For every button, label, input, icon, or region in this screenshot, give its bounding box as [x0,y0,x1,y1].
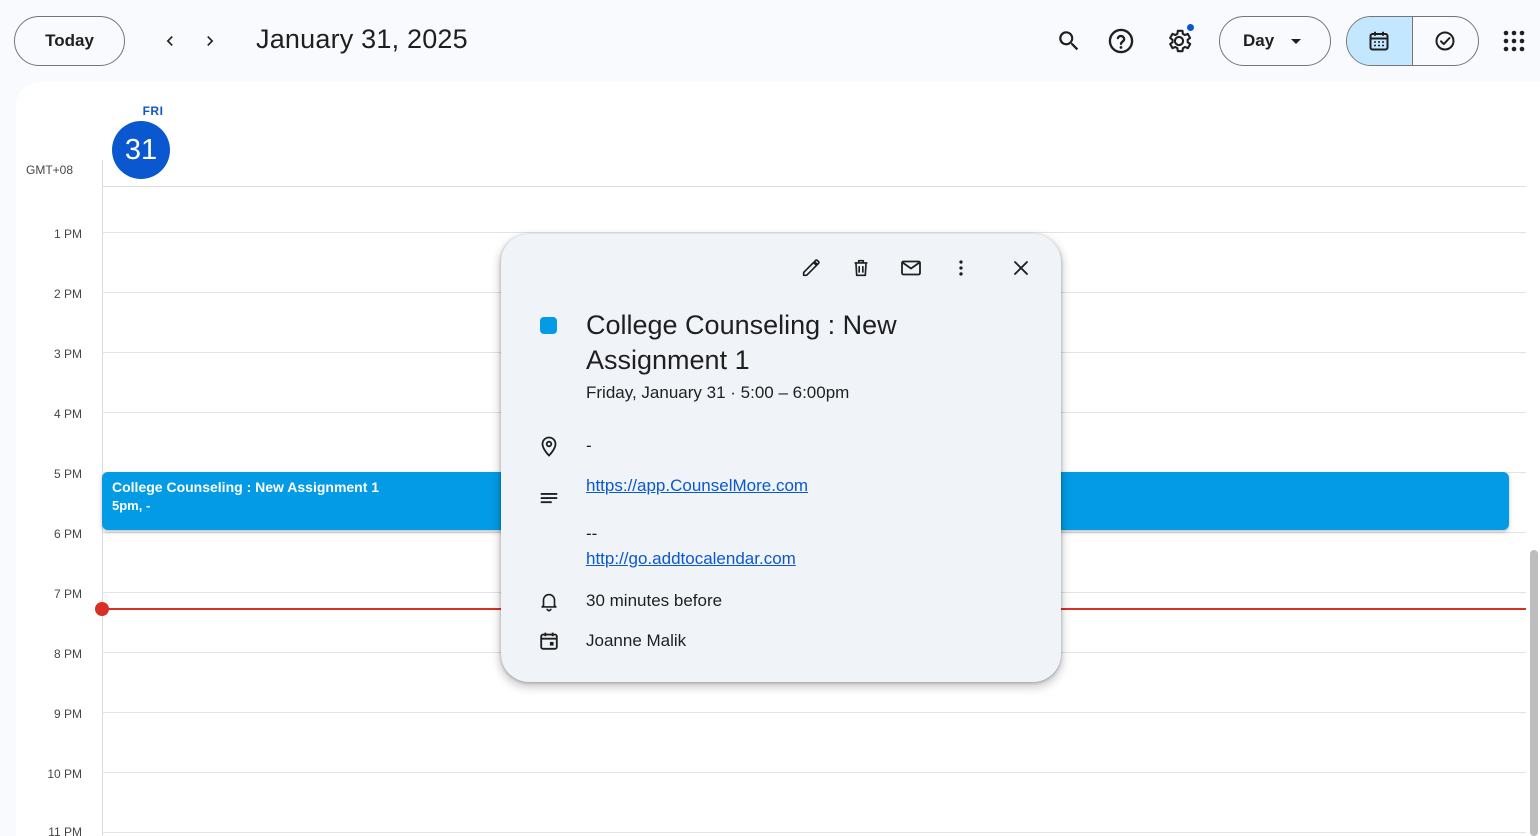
day-weekday-label: FRI [142,104,164,118]
current-time-dot [95,602,109,616]
vertical-scrollbar[interactable] [1530,550,1538,836]
close-icon [1014,261,1028,275]
delete-event-button[interactable] [845,252,877,284]
help-button[interactable] [1102,22,1140,60]
previous-day-button[interactable] [153,24,187,58]
gear-icon [1169,29,1192,53]
hour-gridline[interactable] [102,232,1526,233]
tasks-view-toggle[interactable] [1413,17,1479,65]
close-popover-button[interactable] [1005,252,1037,284]
hour-gridline[interactable] [102,832,1526,833]
search-button[interactable] [1050,22,1088,60]
trash-icon [854,259,868,277]
help-icon [1108,28,1134,54]
hour-label: 5 PM [53,467,82,481]
mail-icon [901,260,921,276]
event-details-popover: College Counseling : New Assignment 1 Fr… [501,234,1061,682]
notes-icon [537,487,561,511]
event-reminder: 30 minutes before [586,591,723,610]
email-guests-button[interactable] [895,252,927,284]
pencil-icon [802,259,820,277]
view-selector-dropdown[interactable]: Day [1219,16,1331,66]
chevron-left-icon [166,36,173,46]
caret-down-icon [1291,39,1301,44]
day-date-button[interactable]: 31 [112,121,170,179]
hour-label: 7 PM [53,587,82,601]
view-toggle-segmented [1346,16,1479,66]
view-selector-label: Day [1243,31,1275,50]
hour-label: 10 PM [47,767,82,781]
hour-label: 1 PM [53,227,82,241]
hour-label: 6 PM [53,527,82,541]
description-separator: -- [586,524,598,543]
hour-label: 11 PM [48,825,82,836]
today-button[interactable]: Today [14,16,125,66]
apps-button[interactable] [1495,22,1533,60]
hour-label: 8 PM [53,647,82,661]
calendar-event-icon [537,629,561,653]
event-date-time: Friday, January 31 · 5:00 – 6:00pm [586,383,850,402]
event-location: - [586,436,592,455]
calendar-icon [1369,31,1389,51]
notification-dot [1187,24,1194,31]
more-vert-icon [959,260,963,276]
bell-icon [537,589,561,613]
current-date-title: January 31, 2025 [256,24,468,54]
more-options-button[interactable] [945,252,977,284]
header-divider [102,186,1526,187]
apps-grid-icon [1503,30,1525,52]
check-circle-icon [1435,31,1455,51]
hour-gridline[interactable] [102,712,1526,713]
top-app-bar: Today January 31, 2025 Day [0,0,1540,82]
event-color-chip [540,317,557,334]
settings-button[interactable] [1160,22,1198,60]
event-title: College Counseling : New Assignment 1 [586,310,897,375]
location-pin-icon [537,434,561,458]
counselmore-link[interactable]: https://app.CounselMore.com [586,476,808,495]
addtocalendar-link[interactable]: http://go.addtocalendar.com [586,549,796,568]
event-description: https://app.CounselMore.com -- http://go… [586,476,808,569]
hour-gridline[interactable] [102,772,1526,773]
hour-label: 2 PM [53,287,82,301]
chevron-right-icon [207,36,214,46]
hour-label: 4 PM [53,407,82,421]
event-calendar-owner: Joanne Malik [586,631,687,650]
hour-label: 9 PM [53,707,82,721]
next-day-button[interactable] [193,24,227,58]
hour-label: 3 PM [53,347,82,361]
edit-event-button[interactable] [795,252,827,284]
calendar-view-toggle[interactable] [1347,17,1413,65]
timezone-label: GMT+08 [26,163,74,177]
search-icon [1059,31,1079,51]
